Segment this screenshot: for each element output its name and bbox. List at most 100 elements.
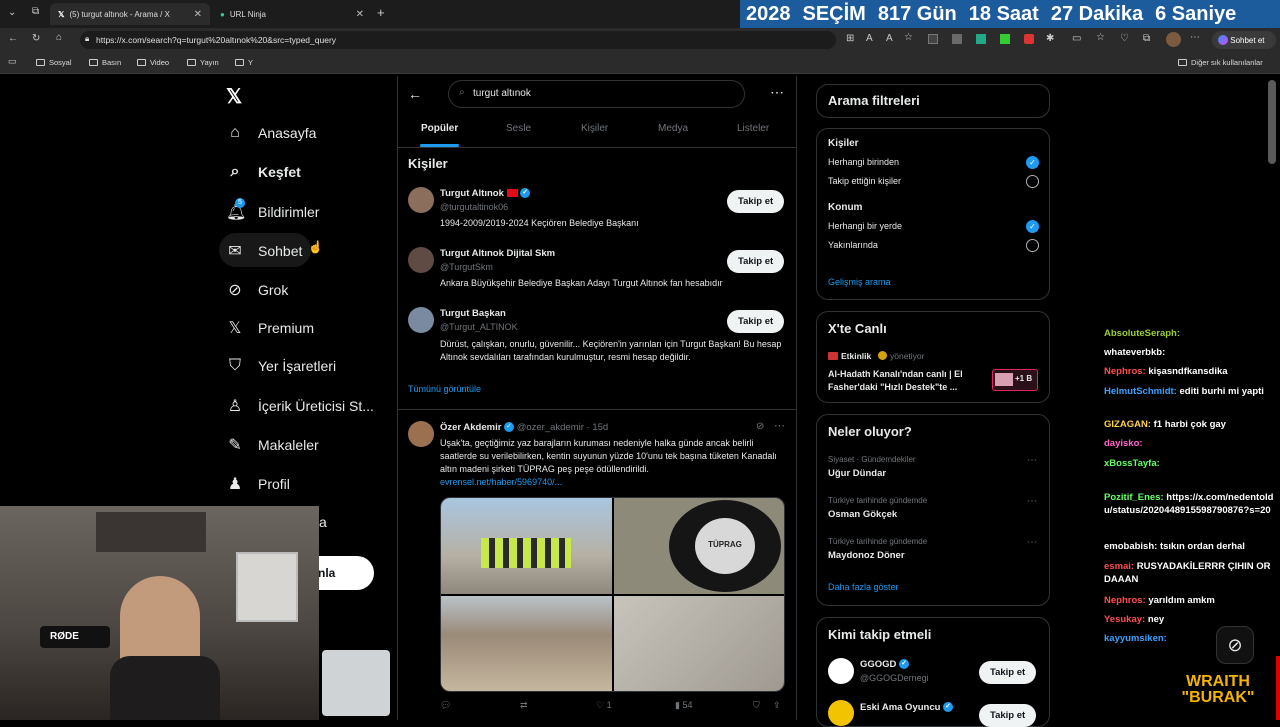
sidebar-item-bookmarks[interactable]: ⛉ Yer İşaretleri [226, 357, 336, 375]
other-favorites[interactable]: Diğer sık kullanılanlar [1178, 58, 1263, 67]
person-name-row[interactable]: Turgut Altınok ✓ [440, 188, 531, 199]
avatar[interactable] [408, 307, 434, 333]
more-options-icon[interactable]: ⋯ [770, 84, 784, 101]
tab-menu-icon[interactable]: ⌄ [8, 7, 16, 18]
sidebar-item-grok[interactable]: ⊘ Grok [226, 280, 288, 300]
avatar[interactable] [828, 700, 854, 726]
advanced-search-link[interactable]: Gelişmiş arama [828, 277, 891, 287]
refresh-icon[interactable]: ↻ [32, 33, 40, 44]
tab-lists[interactable]: Listeler [737, 123, 769, 134]
post-time[interactable]: · 15d [587, 422, 609, 433]
favorites-icon[interactable]: ☆ [1096, 32, 1105, 43]
live-listeners-badge[interactable]: +1 B [992, 369, 1038, 391]
sidebar-partial-item[interactable]: a [319, 514, 327, 530]
radio-empty-icon[interactable] [1026, 239, 1039, 252]
follow-button[interactable]: Takip et [979, 661, 1037, 684]
avatar[interactable] [408, 187, 434, 213]
bookmark-folder[interactable]: Basın [89, 58, 121, 67]
share-icon[interactable]: ⇪ [773, 700, 781, 711]
more-options-icon[interactable]: ⋯ [774, 419, 785, 432]
show-more-link[interactable]: Daha fazla göster [828, 582, 899, 592]
sidebar-item-premium[interactable]: 𝕏 Premium [226, 318, 314, 338]
tab-people[interactable]: Kişiler [581, 123, 608, 134]
show-all-link[interactable]: Tümünü görüntüle [408, 384, 481, 394]
repost-icon[interactable]: ⇄ [520, 700, 528, 711]
read-aloud-icon[interactable]: A [886, 33, 893, 44]
favorite-star-icon[interactable]: ☆ [904, 32, 913, 43]
trend-name[interactable]: Maydonoz Döner [828, 550, 905, 561]
account-switcher-overlay[interactable] [322, 650, 390, 716]
post-handle[interactable]: @ozer_akdemir [517, 422, 584, 433]
follow-button[interactable]: Takip et [727, 250, 785, 273]
media-image-workers[interactable] [441, 498, 612, 594]
back-icon[interactable]: ← [8, 33, 18, 44]
extension-icon[interactable] [976, 34, 986, 44]
tab-url-ninja[interactable]: ● URL Ninja ✕ [212, 3, 372, 25]
radio-empty-icon[interactable] [1026, 175, 1039, 188]
grok-icon[interactable]: ⊘ [756, 421, 764, 432]
app-icon[interactable]: ⊞ [846, 33, 854, 44]
close-icon[interactable]: ✕ [194, 9, 202, 20]
bookmark-folder[interactable]: Yayın [187, 58, 219, 67]
copilot-button[interactable]: Sohbet et [1212, 31, 1276, 49]
radio-checked-icon[interactable]: ✓ [1026, 220, 1039, 233]
extension-icon[interactable] [952, 34, 962, 44]
filter-option-label[interactable]: Takip ettiğin kişiler [828, 176, 901, 186]
workspaces-icon[interactable]: ⧉ [32, 6, 39, 17]
media-image-tupraq-sign[interactable]: TÜPRAG [614, 498, 784, 594]
post-author[interactable]: Özer Akdemir [440, 422, 501, 433]
sidebar-item-home[interactable]: ⌂ Anasayfa [226, 124, 316, 142]
x-logo-icon[interactable]: 𝕏 [226, 84, 242, 109]
bookmark-folder[interactable]: Video [137, 58, 169, 67]
like-icon[interactable]: ♡ 1 [596, 700, 612, 711]
extension-icon[interactable] [1024, 34, 1034, 44]
follow-button[interactable]: Takip et [727, 310, 785, 333]
avatar[interactable] [408, 421, 434, 447]
collections-icon[interactable]: ⧉ [1143, 33, 1150, 44]
more-options-icon[interactable]: ⋯ [1027, 537, 1037, 548]
split-screen-icon[interactable]: ▭ [1072, 33, 1081, 44]
grok-floating-button[interactable]: ⊘ [1216, 626, 1254, 664]
avatar[interactable] [828, 658, 854, 684]
filter-option-label[interactable]: Herhangi bir yerde [828, 221, 902, 231]
sidebar-item-profile[interactable]: ♟ Profil [226, 474, 290, 494]
bookmark-icon[interactable]: ⛉ [753, 700, 760, 711]
tab-popular[interactable]: Popüler [421, 123, 458, 134]
search-input[interactable]: ⌕ turgut altınok [448, 80, 745, 108]
tab-actions-icon[interactable]: ▭ [8, 56, 17, 67]
sidebar-item-messages[interactable]: ✉ Sohbet [226, 241, 302, 261]
suggested-name-row[interactable]: Eski Ama Oyuncu ✓ [860, 702, 954, 713]
back-arrow-icon[interactable]: ← [408, 86, 422, 102]
heart-icon[interactable]: ♡ [1120, 33, 1129, 44]
avatar[interactable] [408, 247, 434, 273]
person-name[interactable]: Turgut Başkan [440, 308, 506, 319]
close-icon[interactable]: ✕ [356, 9, 364, 20]
bookmark-folder[interactable]: Sosyal [36, 58, 72, 67]
post-button[interactable]: nla [310, 556, 374, 590]
suggested-name-row[interactable]: GGOGD ✓ [860, 659, 910, 670]
avatar[interactable] [1166, 32, 1181, 47]
follow-button[interactable]: Takip et [979, 704, 1037, 727]
bookmark-folder[interactable]: Y [235, 58, 253, 67]
home-icon[interactable]: ⌂ [56, 32, 62, 43]
media-image-mine-pit[interactable] [441, 596, 612, 691]
sidebar-item-creator-studio[interactable]: ♙ İçerik Üreticisi St... [226, 396, 374, 416]
translate-icon[interactable]: A [866, 33, 873, 44]
sidebar-item-notifications[interactable]: 🔔︎ 5 Bildirimler [226, 198, 319, 222]
trend-name[interactable]: Uğur Dündar [828, 468, 886, 479]
tab-x-search[interactable]: 𝕏 (5) turgut altınok - Arama / X ✕ [50, 3, 210, 25]
tab-media[interactable]: Medya [658, 123, 688, 134]
filter-option-label[interactable]: Herhangi birinden [828, 157, 899, 167]
sidebar-item-articles[interactable]: ✎ Makaleler [226, 435, 318, 455]
sidebar-item-explore[interactable]: ⌕ Keşfet [226, 163, 301, 181]
live-headline[interactable]: Al-Hadath Kanalı'ndan canlı | El Fasher'… [828, 368, 983, 394]
views-icon[interactable]: ▮ 54 [675, 700, 692, 711]
extension-icon[interactable] [1000, 34, 1010, 44]
follow-button[interactable]: Takip et [727, 190, 785, 213]
reply-icon[interactable]: 💬︎ [440, 700, 451, 711]
trend-name[interactable]: Osman Gökçek [828, 509, 897, 520]
radio-checked-icon[interactable]: ✓ [1026, 156, 1039, 169]
more-options-icon[interactable]: ⋯ [1027, 496, 1037, 507]
filter-option-label[interactable]: Yakınlarında [828, 240, 878, 250]
url-field[interactable]: 🔒︎ https://x.com/search?q=turgut%20altın… [80, 31, 836, 49]
